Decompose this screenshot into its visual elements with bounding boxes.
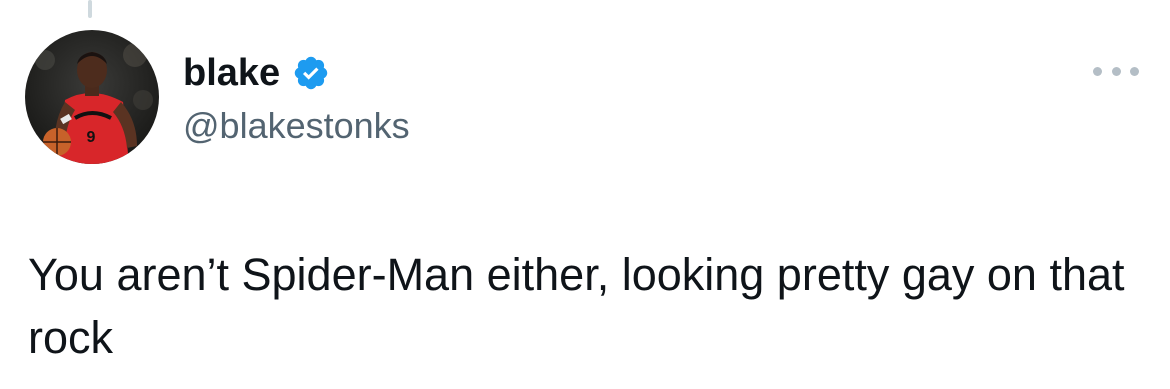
thread-connector-line <box>88 0 92 18</box>
svg-text:9: 9 <box>87 129 96 146</box>
author-handle[interactable]: @blakestonks <box>183 104 410 148</box>
more-options-icon[interactable] <box>1093 58 1139 84</box>
avatar[interactable]: 9 <box>25 30 159 164</box>
more-dot <box>1093 66 1102 76</box>
tweet-text: You aren’t Spider-Man either, looking pr… <box>28 249 1138 363</box>
display-name[interactable]: blake <box>183 50 280 96</box>
avatar-image: 9 <box>25 30 159 164</box>
verified-badge-icon[interactable] <box>292 54 330 92</box>
more-dot <box>1111 66 1121 76</box>
author-name-row: blake <box>183 50 330 96</box>
more-dot <box>1130 66 1139 76</box>
